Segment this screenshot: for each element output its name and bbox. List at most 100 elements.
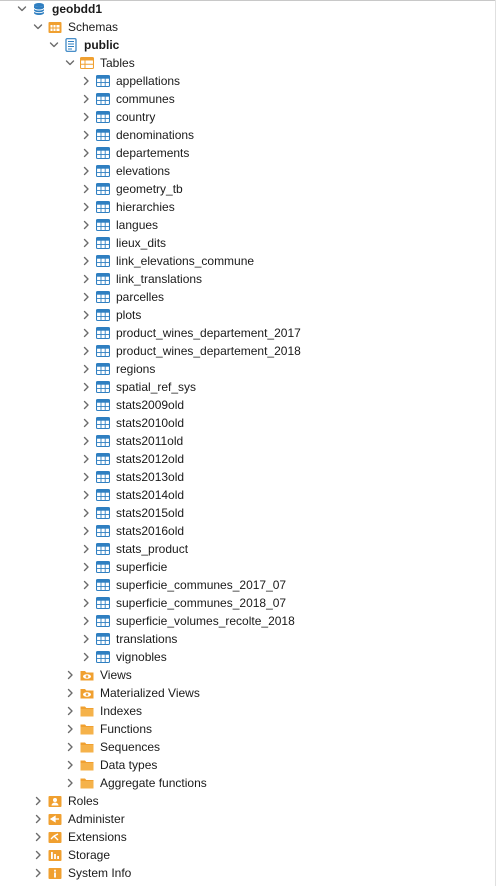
chevron-right-icon[interactable] [80, 363, 92, 375]
table-item-stats2010old[interactable]: stats2010old [0, 414, 496, 432]
db-node-extensions[interactable]: Extensions [0, 828, 496, 846]
schema-folder-data-types[interactable]: Data types [0, 756, 496, 774]
db-node-storage[interactable]: Storage [0, 846, 496, 864]
chevron-right-icon[interactable] [80, 525, 92, 537]
chevron-right-icon[interactable] [80, 237, 92, 249]
chevron-right-icon[interactable] [80, 183, 92, 195]
chevron-right-icon[interactable] [32, 813, 44, 825]
table-item-langues[interactable]: langues [0, 216, 496, 234]
table-item-parcelles[interactable]: parcelles [0, 288, 496, 306]
chevron-right-icon[interactable] [32, 831, 44, 843]
table-item-departements[interactable]: departements [0, 144, 496, 162]
table-item-hierarchies[interactable]: hierarchies [0, 198, 496, 216]
table-item-link-translations[interactable]: link_translations [0, 270, 496, 288]
chevron-right-icon[interactable] [80, 615, 92, 627]
table-item-superficie[interactable]: superficie [0, 558, 496, 576]
chevron-right-icon[interactable] [64, 723, 76, 735]
table-item-translations[interactable]: translations [0, 630, 496, 648]
table-item-vignobles[interactable]: vignobles [0, 648, 496, 666]
chevron-right-icon[interactable] [80, 93, 92, 105]
chevron-right-icon[interactable] [80, 399, 92, 411]
table-item-stats2014old[interactable]: stats2014old [0, 486, 496, 504]
table-item-stats2013old[interactable]: stats2013old [0, 468, 496, 486]
chevron-right-icon[interactable] [80, 489, 92, 501]
chevron-right-icon[interactable] [64, 687, 76, 699]
db-node-system-info[interactable]: System Info [0, 864, 496, 882]
chevron-right-icon[interactable] [64, 741, 76, 753]
table-item-product-wines-departement-2017[interactable]: product_wines_departement_2017 [0, 324, 496, 342]
table-item-product-wines-departement-2018[interactable]: product_wines_departement_2018 [0, 342, 496, 360]
table-item-country[interactable]: country [0, 108, 496, 126]
chevron-right-icon[interactable] [80, 111, 92, 123]
db-node-roles[interactable]: Roles [0, 792, 496, 810]
chevron-right-icon[interactable] [80, 201, 92, 213]
chevron-down-icon[interactable] [64, 57, 76, 69]
db-node-geobdd1[interactable]: geobdd1 [0, 0, 496, 18]
chevron-right-icon[interactable] [80, 579, 92, 591]
chevron-right-icon[interactable] [80, 453, 92, 465]
chevron-right-icon[interactable] [80, 471, 92, 483]
table-item-geometry-tb[interactable]: geometry_tb [0, 180, 496, 198]
table-item-superficie-communes-2017-07[interactable]: superficie_communes_2017_07 [0, 576, 496, 594]
chevron-right-icon[interactable] [80, 561, 92, 573]
table-item-stats2011old[interactable]: stats2011old [0, 432, 496, 450]
schema-folder-materialized-views[interactable]: Materialized Views [0, 684, 496, 702]
chevron-right-icon[interactable] [32, 795, 44, 807]
chevron-right-icon[interactable] [80, 165, 92, 177]
table-item-stats-product[interactable]: stats_product [0, 540, 496, 558]
chevron-right-icon[interactable] [80, 543, 92, 555]
chevron-right-icon[interactable] [80, 651, 92, 663]
chevron-right-icon[interactable] [32, 849, 44, 861]
table-item-elevations[interactable]: elevations [0, 162, 496, 180]
table-item-regions[interactable]: regions [0, 360, 496, 378]
schema-folder-views[interactable]: Views [0, 666, 496, 684]
chevron-right-icon[interactable] [80, 597, 92, 609]
schema-folder-aggregate-functions[interactable]: Aggregate functions [0, 774, 496, 792]
schema-folder-indexes[interactable]: Indexes [0, 702, 496, 720]
chevron-right-icon[interactable] [80, 273, 92, 285]
table-item-spatial-ref-sys[interactable]: spatial_ref_sys [0, 378, 496, 396]
chevron-right-icon[interactable] [64, 759, 76, 771]
table-item-stats2016old[interactable]: stats2016old [0, 522, 496, 540]
chevron-right-icon[interactable] [80, 633, 92, 645]
tables-node[interactable]: Tables [0, 54, 496, 72]
chevron-right-icon[interactable] [80, 147, 92, 159]
table-item-superficie-volumes-recolte-2018[interactable]: superficie_volumes_recolte_2018 [0, 612, 496, 630]
chevron-right-icon[interactable] [32, 867, 44, 879]
chevron-right-icon[interactable] [80, 417, 92, 429]
table-item-plots[interactable]: plots [0, 306, 496, 324]
table-item-superficie-communes-2018-07[interactable]: superficie_communes_2018_07 [0, 594, 496, 612]
chevron-right-icon[interactable] [80, 255, 92, 267]
chevron-right-icon[interactable] [64, 705, 76, 717]
table-item-stats2012old[interactable]: stats2012old [0, 450, 496, 468]
chevron-right-icon[interactable] [64, 777, 76, 789]
schemas-node[interactable]: Schemas [0, 18, 496, 36]
chevron-right-icon[interactable] [80, 75, 92, 87]
chevron-right-icon[interactable] [80, 345, 92, 357]
chevron-down-icon[interactable] [16, 3, 28, 15]
chevron-right-icon[interactable] [80, 219, 92, 231]
table-item-stats2015old[interactable]: stats2015old [0, 504, 496, 522]
chevron-right-icon[interactable] [80, 291, 92, 303]
table-item-appellations[interactable]: appellations [0, 72, 496, 90]
chevron-right-icon[interactable] [80, 327, 92, 339]
chevron-right-icon[interactable] [64, 669, 76, 681]
schema-folder-sequences[interactable]: Sequences [0, 738, 496, 756]
schema-folder-functions[interactable]: Functions [0, 720, 496, 738]
table-item-link-elevations-commune[interactable]: link_elevations_commune [0, 252, 496, 270]
table-item-stats2014old-label: stats2014old [116, 488, 185, 502]
chevron-right-icon[interactable] [80, 381, 92, 393]
table-item-communes[interactable]: communes [0, 90, 496, 108]
chevron-right-icon[interactable] [80, 435, 92, 447]
chevron-down-icon[interactable] [32, 21, 44, 33]
table-item-vignobles-label: vignobles [116, 650, 167, 664]
chevron-down-icon[interactable] [48, 39, 60, 51]
schema-node-public[interactable]: public [0, 36, 496, 54]
chevron-right-icon[interactable] [80, 129, 92, 141]
db-node-administer[interactable]: Administer [0, 810, 496, 828]
chevron-right-icon[interactable] [80, 309, 92, 321]
table-item-lieux-dits[interactable]: lieux_dits [0, 234, 496, 252]
chevron-right-icon[interactable] [80, 507, 92, 519]
table-item-denominations[interactable]: denominations [0, 126, 496, 144]
table-item-stats2009old[interactable]: stats2009old [0, 396, 496, 414]
